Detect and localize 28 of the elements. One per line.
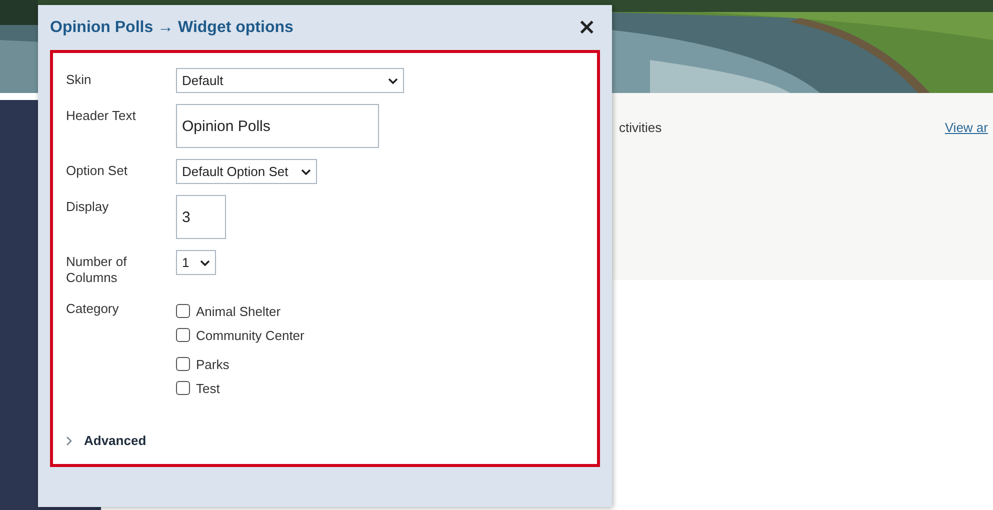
checkbox-label: Parks: [196, 356, 230, 372]
caret-icon: [301, 168, 311, 174]
caret-icon: [388, 78, 398, 84]
dropdown[interactable]: Default Option Set: [176, 159, 317, 184]
input-field[interactable]: 3: [176, 195, 226, 239]
close-button[interactable]: ×: [574, 16, 600, 38]
field-label: Header Text: [66, 107, 137, 124]
caret-icon: [200, 260, 210, 266]
input-field[interactable]: Opinion Polls: [176, 104, 379, 148]
checkbox[interactable]: [176, 328, 190, 342]
field-label: Option Set: [66, 162, 128, 179]
chevron-icon[interactable]: [66, 436, 72, 446]
view-link[interactable]: View ar: [944, 120, 988, 135]
checkbox[interactable]: [176, 357, 190, 371]
field-label: Category: [66, 300, 120, 317]
checkbox-label: Animal Shelter: [196, 304, 281, 318]
field-label: Skin: [66, 71, 92, 88]
checkbox-label: Community Center: [196, 328, 304, 342]
checkbox-label: Test: [196, 380, 220, 396]
dialog-title: Opinion Polls → Widget options: [50, 18, 294, 36]
dropdown[interactable]: Default: [176, 68, 404, 93]
checkbox[interactable]: [176, 304, 190, 318]
section-text: ctivities: [619, 120, 662, 135]
dropdown[interactable]: 1: [176, 250, 216, 275]
advanced-toggle[interactable]: Advanced: [84, 433, 146, 448]
field-label: Number of Columns: [66, 253, 128, 286]
checkbox[interactable]: [176, 381, 190, 395]
field-label: Display: [66, 198, 110, 215]
